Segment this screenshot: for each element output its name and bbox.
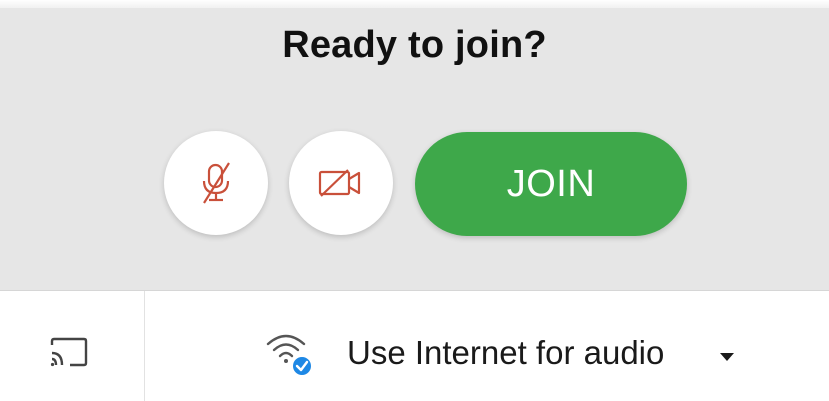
join-button[interactable]: JOIN (415, 132, 687, 236)
mic-toggle-button[interactable] (164, 131, 268, 235)
video-off-icon (318, 169, 361, 197)
cast-button[interactable] (48, 336, 90, 375)
divider (0, 290, 829, 291)
divider-vertical (144, 291, 145, 401)
page-title: Ready to join? (282, 24, 547, 66)
mic-off-icon (202, 162, 230, 204)
wifi-check-icon (266, 334, 313, 377)
audio-connection-indicator (264, 330, 316, 383)
camera-toggle-button[interactable] (289, 131, 393, 235)
audio-dropdown[interactable] (719, 349, 735, 367)
cast-icon (50, 337, 88, 367)
caret-down-icon (720, 353, 734, 361)
audio-option-label[interactable]: Use Internet for audio (347, 334, 664, 372)
